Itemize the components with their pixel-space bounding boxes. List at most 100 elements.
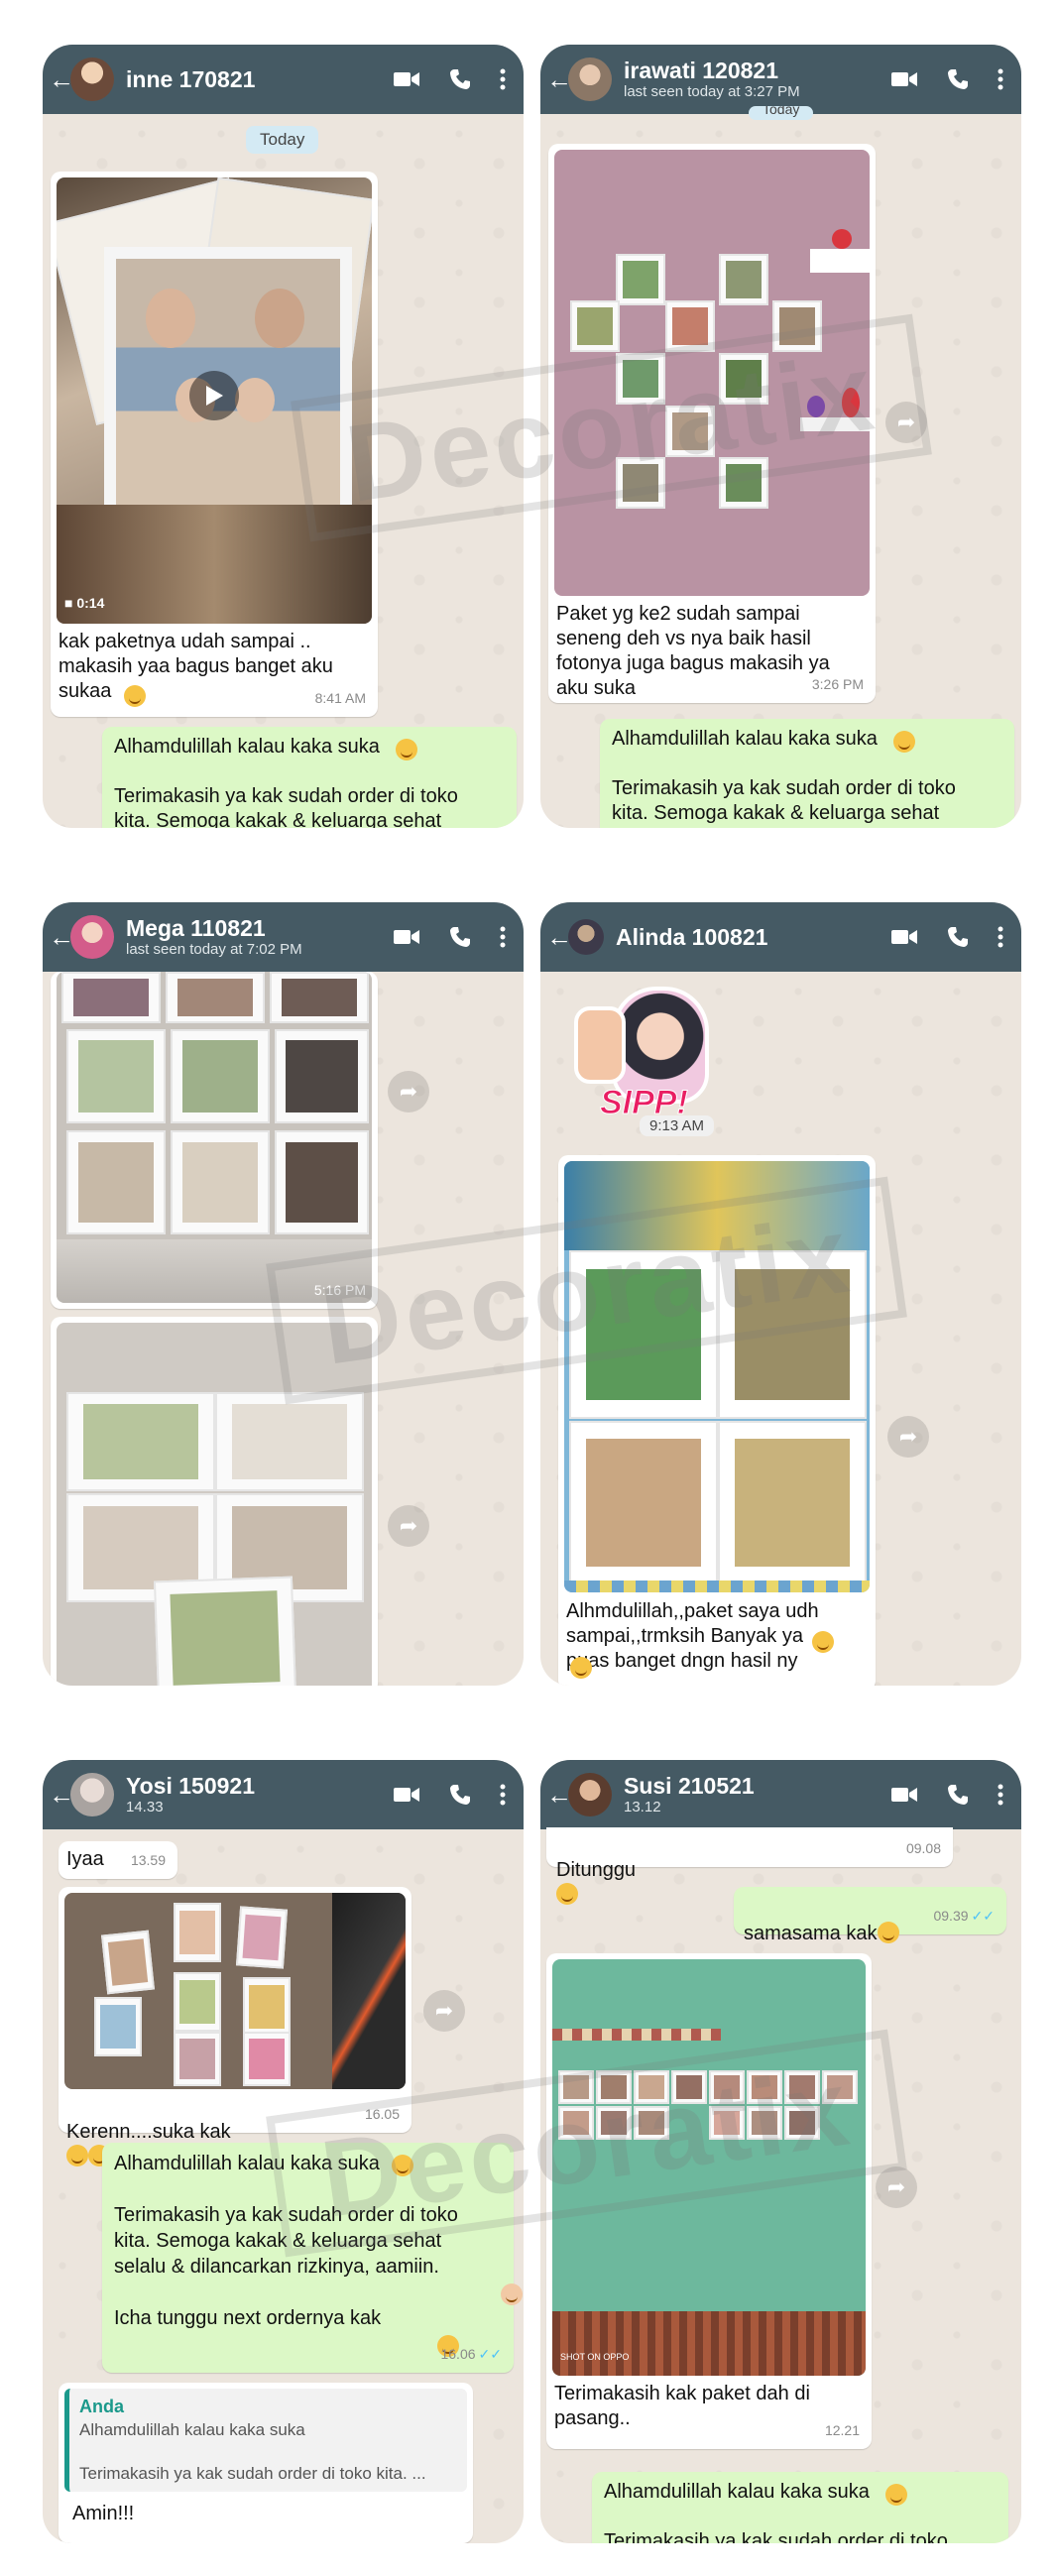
message-text: Alhamdulillah kalau kaka suka Terimakasi… [114, 736, 458, 828]
outgoing-message[interactable]: Alhamdulillah kalau kaka suka Terimakasi… [600, 719, 1014, 828]
message-label: Ditunggu [556, 1859, 637, 1881]
incoming-reply-message[interactable]: Anda Alhamdulillah kalau kaka suka Terim… [59, 2383, 473, 2543]
message-time: 3:26 PM [811, 676, 864, 692]
last-seen-status: 14.33 [126, 1799, 164, 1815]
play-icon[interactable] [189, 371, 239, 420]
smiling-hearts-emoji-icon [893, 731, 915, 753]
sticker-time: 9:13 AM [640, 1115, 715, 1136]
kiss-emoji-icon [66, 2145, 88, 2166]
back-arrow-icon[interactable]: ← [49, 64, 74, 95]
chat-header: ← inne 170821 [43, 45, 524, 114]
message-text: Alhamdulillah kalau kaka suka Terimakasi… [612, 728, 956, 824]
phone-icon[interactable] [946, 925, 970, 949]
video-call-icon[interactable] [393, 1785, 420, 1805]
avatar[interactable] [70, 1773, 114, 1816]
incoming-message[interactable]: Iyaa 13.59 [59, 1841, 177, 1879]
last-seen-status: last seen today at 7:02 PM [126, 941, 302, 958]
message-label: samasama kak [744, 1923, 878, 1944]
message-time: 09.39 ✓✓ [933, 1904, 995, 1929]
phone-icon[interactable] [448, 925, 472, 949]
thumbs-up-hand [574, 1006, 626, 1084]
time-label: 09.39 [933, 1908, 969, 1924]
photo-caption: Terimakasih kak paket dah di pasang.. [554, 2383, 810, 2429]
camera-watermark: SHOT ON OPPO [560, 2352, 630, 2362]
avatar[interactable] [70, 915, 114, 959]
chat-header: ← irawati 120821 last seen today at 3:27… [540, 45, 1021, 114]
video-call-icon[interactable] [393, 69, 420, 89]
back-arrow-icon[interactable]: ← [49, 922, 74, 953]
duration-label: 0:14 [76, 595, 105, 611]
video-camera-icon: ■ [64, 595, 73, 611]
date-chip: Today [246, 126, 319, 154]
double-check-icon: ✓✓ [971, 1908, 995, 1924]
outgoing-message[interactable]: Alhamdulillah kalau kaka suka Terimakasi… [592, 2472, 1008, 2543]
video-duration: ■ 0:14 [64, 591, 104, 616]
relieved-emoji-icon [556, 1883, 578, 1905]
outgoing-message[interactable]: Alhamdulillah kalau kaka suka Terimakasi… [102, 727, 517, 828]
prints-photo[interactable] [64, 1893, 406, 2089]
last-seen-status: 13.12 [624, 1799, 661, 1815]
message-time: 16.06 ✓✓ [440, 2342, 502, 2367]
phone-icon[interactable] [448, 67, 472, 91]
contact-name[interactable]: inne 170821 [126, 66, 393, 92]
video-call-icon[interactable] [890, 69, 918, 89]
smiling-hearts-emoji-icon [396, 739, 417, 761]
video-call-icon[interactable] [393, 927, 420, 947]
phone-icon[interactable] [448, 1783, 472, 1807]
more-options-icon[interactable] [998, 1783, 1003, 1807]
message-time: 13.59 [130, 1852, 166, 1868]
forward-icon[interactable]: ➦ [887, 1416, 929, 1458]
message-text: Alhamdulillah kalau kaka suka Terimakasi… [604, 2481, 948, 2543]
quote-text: Alhamdulillah kalau kaka suka Terimakasi… [79, 2420, 426, 2483]
quoted-message[interactable]: Anda Alhamdulillah kalau kaka suka Terim… [64, 2389, 467, 2492]
video-call-icon[interactable] [890, 927, 918, 947]
time-label: 16.06 [440, 2346, 476, 2362]
more-options-icon[interactable] [500, 67, 506, 91]
back-arrow-icon[interactable]: ← [49, 1780, 74, 1811]
double-check-icon: ✓✓ [478, 2346, 502, 2362]
back-arrow-icon[interactable]: ← [546, 64, 572, 95]
back-arrow-icon[interactable]: ← [546, 922, 572, 953]
chat-header: ← Alinda 100821 [540, 902, 1021, 972]
message-text: Amin!!! [72, 2503, 135, 2524]
video-call-icon[interactable] [890, 1785, 918, 1805]
folded-hands-emoji-icon [501, 2283, 523, 2305]
chat-header: ← Mega 110821 last seen today at 7:02 PM [43, 902, 524, 972]
forward-icon[interactable]: ➦ [388, 1505, 429, 1547]
message-time: 09.08 [905, 1840, 941, 1856]
kiss-emoji-icon [812, 1631, 834, 1653]
wedding-photo-grid[interactable] [57, 972, 372, 1303]
smiling-hearts-emoji-icon [877, 1922, 899, 1943]
phone-icon[interactable] [946, 67, 970, 91]
forward-icon[interactable]: ➦ [423, 1990, 465, 2032]
outgoing-message[interactable]: samasama kak 09.39 ✓✓ [734, 1887, 1006, 1944]
avatar[interactable] [568, 1773, 612, 1816]
incoming-message[interactable]: Ditunggu 09.08 [546, 1827, 953, 1905]
contact-name[interactable]: Yosi 150921 [126, 1773, 393, 1799]
more-options-icon[interactable] [998, 67, 1003, 91]
chat-header: ← Yosi 150921 14.33 [43, 1760, 524, 1829]
contact-name[interactable]: Alinda 100821 [616, 924, 890, 950]
contact-name[interactable]: Susi 210521 [624, 1773, 890, 1799]
avatar[interactable] [70, 58, 114, 101]
smiling-hearts-emoji-icon [885, 2484, 907, 2506]
thumbs-up-sticker[interactable]: SIPP! [562, 977, 711, 1125]
smiling-hearts-emoji-icon [124, 685, 146, 707]
phone-icon[interactable] [946, 1783, 970, 1807]
message-time: 12.21 [824, 2422, 860, 2438]
chat-header: ← Susi 210521 13.12 [540, 1760, 1021, 1829]
date-chip: Today [749, 106, 814, 120]
last-seen-status: last seen today at 3:27 PM [624, 83, 800, 100]
incoming-photo-message[interactable]: Kerenn....suka kak 16.05 [59, 1887, 411, 2166]
more-options-icon[interactable] [500, 1783, 506, 1807]
forward-icon[interactable]: ➦ [388, 1071, 429, 1112]
more-options-icon[interactable] [500, 925, 506, 949]
kiss-emoji-icon [570, 1657, 592, 1679]
avatar[interactable] [568, 58, 612, 101]
contact-name[interactable]: irawati 120821 [624, 58, 890, 83]
more-options-icon[interactable] [998, 925, 1003, 949]
back-arrow-icon[interactable]: ← [546, 1780, 572, 1811]
contact-name[interactable]: Mega 110821 [126, 915, 393, 941]
avatar[interactable] [568, 919, 604, 955]
quote-author: Anda [79, 2397, 124, 2416]
